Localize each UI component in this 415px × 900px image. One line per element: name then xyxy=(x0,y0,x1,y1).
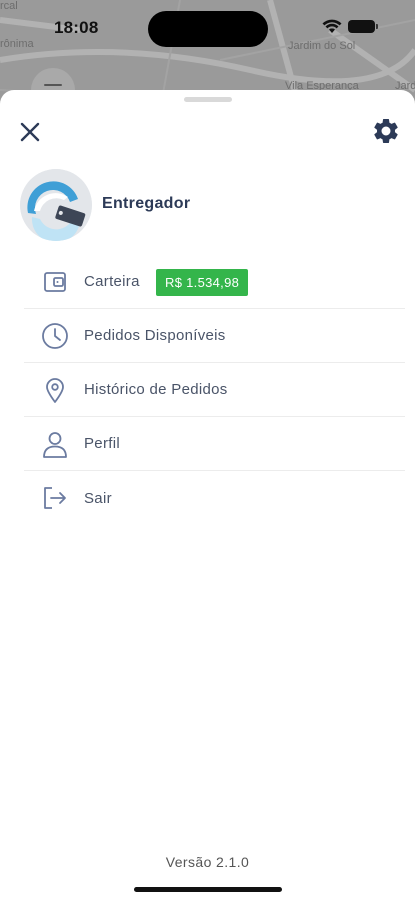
clock-icon xyxy=(42,323,68,349)
avatar[interactable] xyxy=(20,169,92,241)
status-time: 18:08 xyxy=(54,18,99,37)
menu-item-label: Carteira xyxy=(84,273,140,290)
menu-item-available-orders[interactable]: Pedidos Disponíveis xyxy=(24,309,405,363)
location-pin-icon xyxy=(46,378,64,403)
menu-item-wallet[interactable]: Carteira R$ 1.534,98 xyxy=(24,255,405,309)
close-icon xyxy=(20,122,40,142)
wallet-icon xyxy=(44,272,66,292)
wallet-balance-badge: R$ 1.534,98 xyxy=(156,269,249,296)
close-button[interactable] xyxy=(16,118,44,146)
courier-logo-icon xyxy=(20,169,92,241)
menu-item-order-history[interactable]: Histórico de Pedidos xyxy=(24,363,405,417)
settings-button[interactable] xyxy=(371,116,401,146)
status-bar: 18:08 xyxy=(0,0,415,54)
app-version: Versão 2.1.0 xyxy=(165,854,250,870)
user-name: Entregador xyxy=(102,195,191,212)
menu-item-label: Histórico de Pedidos xyxy=(84,381,228,398)
home-indicator xyxy=(134,887,282,892)
sheet-grabber[interactable] xyxy=(184,97,232,102)
logout-icon xyxy=(44,487,66,509)
menu-item-label: Perfil xyxy=(84,435,120,452)
side-menu-sheet: Entregador Carteira R$ 1.534,98 Pedidos … xyxy=(0,90,415,900)
battery-icon xyxy=(348,20,378,33)
gear-icon xyxy=(374,118,398,143)
dynamic-island xyxy=(148,11,268,47)
menu-item-logout[interactable]: Sair xyxy=(24,471,405,525)
user-icon xyxy=(43,432,67,458)
menu-list: Carteira R$ 1.534,98 Pedidos Disponíveis… xyxy=(24,255,405,525)
menu-item-label: Sair xyxy=(84,489,112,507)
menu-item-profile[interactable]: Perfil xyxy=(24,417,405,471)
menu-item-label: Pedidos Disponíveis xyxy=(84,327,226,344)
wifi-icon xyxy=(322,19,342,33)
